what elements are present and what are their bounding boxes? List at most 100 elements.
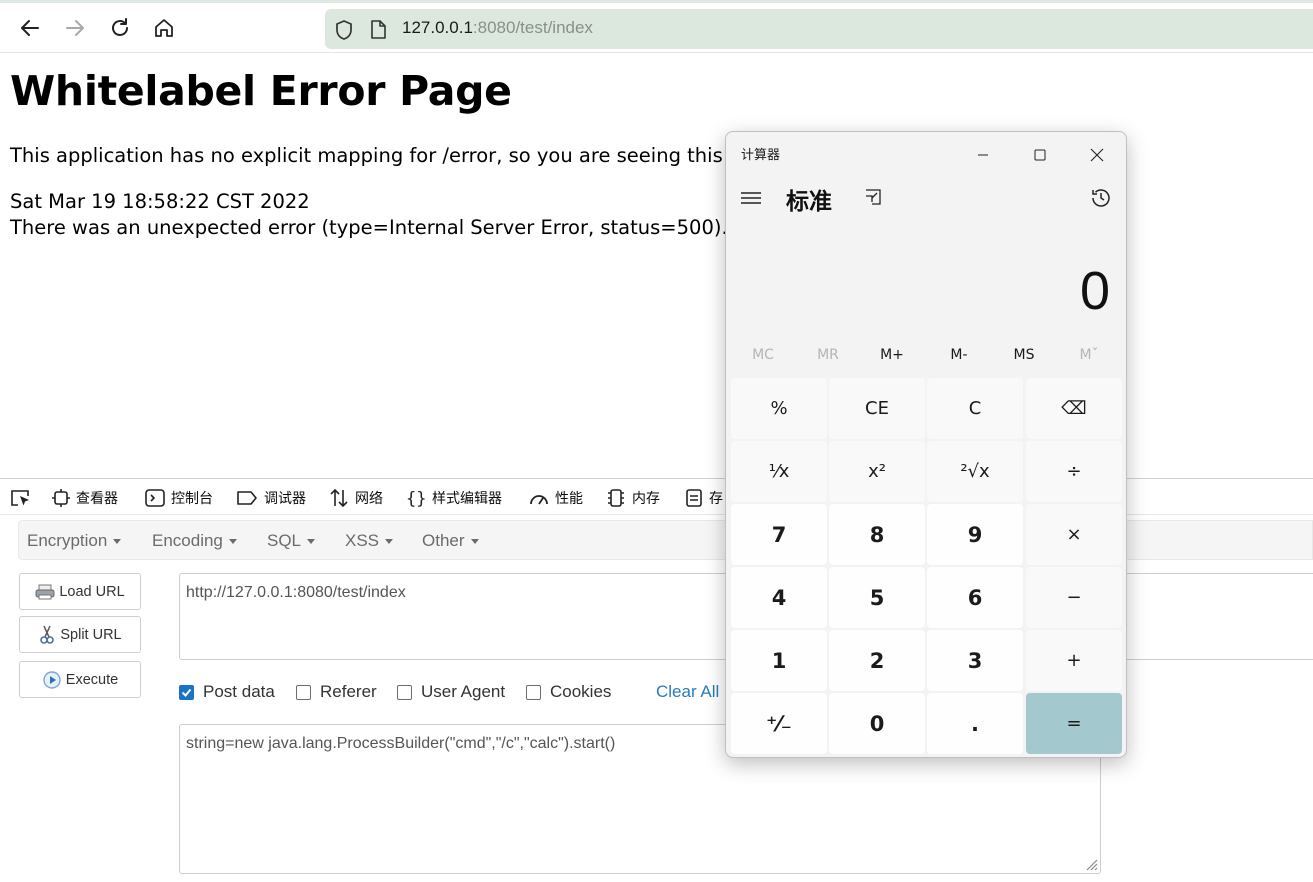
scissors-icon — [38, 625, 56, 645]
digit-9-key[interactable]: 9 — [927, 504, 1023, 565]
history-icon — [1092, 189, 1110, 207]
tab-style-editor[interactable]: {} 样式编辑器 — [406, 488, 502, 508]
url-text[interactable]: 127.0.0.1:8080/test/index — [402, 18, 593, 38]
style-editor-icon: {} — [406, 489, 426, 508]
minus-key[interactable]: − — [1026, 567, 1122, 628]
digit-0-key[interactable]: 0 — [829, 693, 925, 754]
tab-console[interactable]: 控制台 — [145, 488, 213, 508]
backspace-key[interactable]: ⌫ — [1026, 378, 1122, 439]
clear-entry-key[interactable]: CE — [829, 378, 925, 439]
back-button[interactable] — [17, 15, 43, 41]
memory-add-button[interactable]: M+ — [862, 347, 922, 363]
equals-key[interactable]: = — [1026, 693, 1122, 754]
memory-subtract-button[interactable]: M- — [929, 347, 989, 363]
caret-down-icon — [385, 539, 394, 545]
menu-encoding[interactable]: Encoding — [152, 531, 237, 551]
url-textarea-value: http://127.0.0.1:8080/test/index — [186, 584, 406, 601]
hamburger-menu-icon — [741, 192, 761, 204]
digit-7-key[interactable]: 7 — [731, 504, 827, 565]
referer-checkbox[interactable]: Referer — [296, 682, 377, 702]
element-picker-button[interactable] — [10, 488, 38, 508]
digit-5-key[interactable]: 5 — [829, 567, 925, 628]
square-root-key[interactable]: ²√x — [927, 441, 1023, 502]
keep-on-top-icon — [866, 189, 881, 205]
menu-other[interactable]: Other — [422, 531, 479, 551]
memory-clear-button[interactable]: MC — [733, 347, 793, 363]
minimize-icon — [978, 154, 988, 156]
execute-button[interactable]: Execute — [19, 661, 141, 698]
reload-icon — [112, 18, 128, 36]
digit-2-key[interactable]: 2 — [829, 630, 925, 691]
menu-encryption[interactable]: Encryption — [27, 531, 122, 551]
post-data-value: string=new java.lang.ProcessBuilder("cmd… — [186, 735, 616, 752]
tab-performance[interactable]: 性能 — [529, 488, 583, 508]
digit-6-key[interactable]: 6 — [927, 567, 1023, 628]
hamburger-menu-button[interactable] — [740, 190, 762, 208]
menu-encoding-label: Encoding — [152, 531, 223, 550]
memory-store-button[interactable]: MS — [994, 347, 1054, 363]
clear-all-link[interactable]: Clear All — [656, 682, 719, 702]
back-arrow-icon — [21, 20, 39, 36]
forward-arrow-icon — [66, 20, 84, 36]
tab-inspector-label: 查看器 — [76, 491, 118, 507]
clear-key[interactable]: C — [927, 378, 1023, 439]
error-timestamp: Sat Mar 19 18:58:22 CST 2022 — [10, 190, 310, 213]
square-key[interactable]: x² — [829, 441, 925, 502]
digit-8-key[interactable]: 8 — [829, 504, 925, 565]
keep-on-top-button[interactable] — [863, 187, 885, 209]
tab-debugger[interactable]: 调试器 — [236, 488, 306, 508]
memory-recall-button[interactable]: MR — [798, 347, 858, 363]
checkbox-icon — [397, 684, 412, 700]
address-bar[interactable]: 127.0.0.1:8080/test/index — [325, 9, 1313, 49]
digit-1-key[interactable]: 1 — [731, 630, 827, 691]
tab-memory-label: 内存 — [632, 491, 660, 507]
caret-down-icon — [307, 539, 316, 545]
plus-key[interactable]: + — [1026, 630, 1122, 691]
checkbox-icon — [526, 684, 541, 700]
home-button[interactable] — [151, 15, 177, 41]
checkbox-checked-icon — [179, 684, 194, 700]
multiply-key[interactable]: × — [1026, 504, 1122, 565]
caret-down-icon — [470, 539, 479, 545]
post-data-checkbox[interactable]: Post data — [179, 682, 275, 702]
tab-console-label: 控制台 — [171, 491, 213, 507]
tab-memory[interactable]: 内存 — [606, 488, 660, 508]
reciprocal-key[interactable]: ¹⁄x — [731, 441, 827, 502]
inspector-icon — [52, 489, 70, 507]
calculator-mode: 标准 — [786, 189, 832, 215]
decimal-key[interactable]: . — [927, 693, 1023, 754]
divide-key[interactable]: ÷ — [1026, 441, 1122, 502]
menu-sql[interactable]: SQL — [267, 531, 316, 551]
load-url-label: Load URL — [59, 583, 125, 600]
url-host: 127.0.0.1 — [402, 18, 473, 37]
tab-inspector[interactable]: 查看器 — [52, 488, 118, 508]
split-url-button[interactable]: Split URL — [19, 616, 141, 653]
resize-handle-icon[interactable] — [1084, 857, 1098, 871]
close-button[interactable] — [1074, 140, 1120, 170]
caret-down-icon — [228, 539, 237, 545]
menu-xss[interactable]: XSS — [345, 531, 394, 551]
memory-list-button[interactable]: Mˇ — [1059, 347, 1119, 363]
tab-storage[interactable]: 存 — [685, 488, 723, 508]
history-button[interactable] — [1090, 187, 1114, 211]
checkbox-icon — [296, 684, 311, 700]
forward-button[interactable] — [62, 15, 88, 41]
cookies-label: Cookies — [550, 682, 612, 701]
digit-4-key[interactable]: 4 — [731, 567, 827, 628]
tab-network[interactable]: 网络 — [329, 488, 383, 508]
reload-button[interactable] — [107, 15, 133, 41]
home-icon — [155, 19, 173, 37]
cookies-checkbox[interactable]: Cookies — [526, 682, 611, 702]
minimize-button[interactable] — [960, 140, 1006, 170]
calculator-display: 0 — [1079, 261, 1110, 321]
load-url-button[interactable]: Load URL — [19, 573, 141, 610]
tab-debugger-label: 调试器 — [264, 491, 306, 507]
debugger-icon — [237, 491, 257, 505]
percent-key[interactable]: % — [731, 378, 827, 439]
maximize-button[interactable] — [1017, 140, 1063, 170]
digit-3-key[interactable]: 3 — [927, 630, 1023, 691]
user-agent-checkbox[interactable]: User Agent — [397, 682, 505, 702]
tab-style-editor-label: 样式编辑器 — [432, 491, 502, 507]
negate-key[interactable]: ⁺⁄₋ — [731, 693, 827, 754]
menu-other-label: Other — [422, 531, 465, 550]
